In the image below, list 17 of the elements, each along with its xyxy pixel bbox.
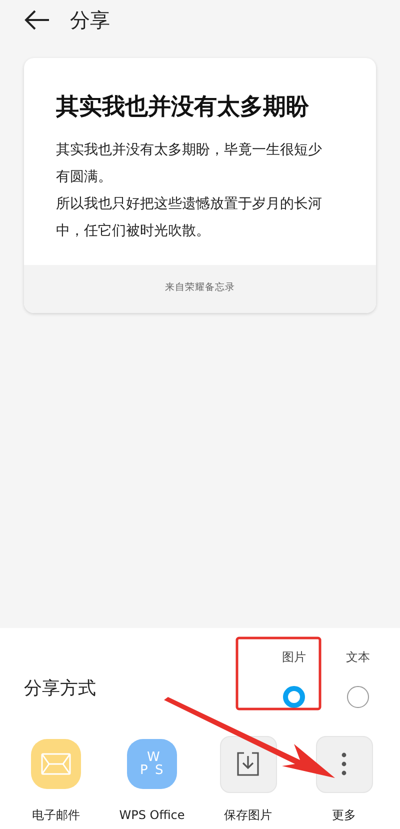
download-icon [236, 752, 260, 776]
more-button[interactable] [316, 736, 372, 792]
note-paragraph: 其实我也并没有太多期盼，毕竟一生很短少 有圆满。 [56, 140, 323, 186]
note-paragraph: 所以我也只好把这些遗憾放置于岁月的长河 中，任它们被时光吹散。 [56, 194, 323, 240]
save-image-button[interactable] [220, 736, 276, 792]
share-target-label: 保存图片 [224, 807, 272, 824]
back-icon[interactable] [24, 10, 50, 30]
share-target-label: WPS Office [119, 807, 185, 824]
note-title: 其实我也并没有太多期盼 [56, 93, 310, 122]
share-target-label: 更多 [332, 807, 356, 824]
share-format-option[interactable]: 文本 [336, 648, 380, 708]
note-source: 来自荣耀备忘录 [165, 281, 235, 296]
page-title: 分享 [70, 7, 110, 34]
share-format-option[interactable]: 图片 [272, 648, 316, 708]
share-method-label: 分享方式 [24, 676, 97, 700]
more-icon [341, 752, 347, 776]
share-target-label: 电子邮件 [32, 807, 80, 824]
